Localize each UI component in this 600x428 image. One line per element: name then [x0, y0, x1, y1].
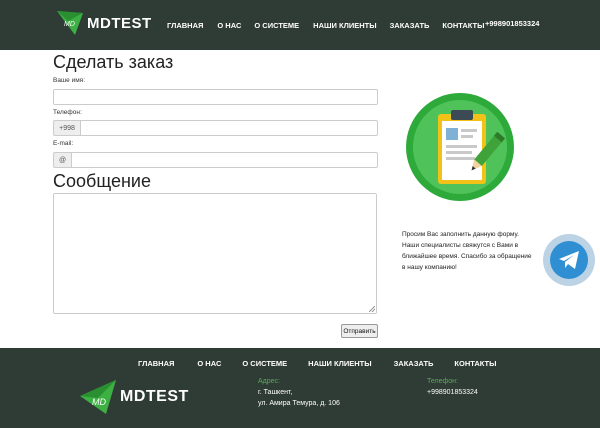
- email-input[interactable]: [71, 152, 378, 168]
- nav-item-about[interactable]: О НАС: [217, 21, 241, 30]
- footer-address-line1: г. Ташкент,: [258, 389, 293, 396]
- footer-address-line2: ул. Амира Темура, д. 106: [258, 400, 340, 407]
- email-prefix: @: [53, 152, 71, 168]
- clipboard-icon: [406, 93, 514, 201]
- footer-phone-heading: Телефон:: [427, 378, 458, 385]
- nav-item-home[interactable]: ГЛАВНАЯ: [167, 21, 203, 30]
- resize-handle-icon[interactable]: [369, 306, 375, 312]
- nav-item-clients[interactable]: НАШИ КЛИЕНТЫ: [313, 21, 376, 30]
- logo-mark-text: MD: [64, 21, 75, 28]
- telegram-icon: [550, 241, 588, 279]
- footer-nav-about[interactable]: О НАС: [197, 359, 221, 368]
- nav-item-contacts[interactable]: КОНТАКТЫ: [442, 21, 484, 30]
- footer-nav-contacts[interactable]: КОНТАКТЫ: [454, 359, 496, 368]
- footer-nav-system[interactable]: О СИСТЕМЕ: [242, 359, 287, 368]
- footer-logo[interactable]: MD MDTEST: [78, 378, 189, 416]
- nav-item-order[interactable]: ЗАКАЗАТЬ: [390, 21, 430, 30]
- email-label: E-mail:: [53, 140, 74, 147]
- header-phone[interactable]: +998901853324: [485, 19, 539, 28]
- logo-text: MDTEST: [87, 14, 152, 32]
- footer-nav-home[interactable]: ГЛАВНАЯ: [138, 359, 174, 368]
- name-input[interactable]: [53, 89, 378, 105]
- footer-nav-order[interactable]: ЗАКАЗАТЬ: [394, 359, 434, 368]
- message-title: Сообщение: [53, 171, 151, 191]
- footer-address-heading: Адрес:: [258, 378, 280, 385]
- phone-input[interactable]: [80, 120, 378, 136]
- phone-prefix: +998: [53, 120, 80, 136]
- submit-button[interactable]: Отправить: [341, 324, 378, 338]
- message-textarea[interactable]: [53, 193, 377, 314]
- telegram-button[interactable]: [543, 234, 595, 286]
- form-title: Сделать заказ: [53, 52, 174, 72]
- side-info-text: Просим Вас заполнить данную форму. Наши …: [402, 231, 532, 271]
- logo-mark-icon: MD: [57, 11, 83, 35]
- main-nav: ГЛАВНАЯ О НАС О СИСТЕМЕ НАШИ КЛИЕНТЫ ЗАК…: [167, 0, 484, 50]
- footer-nav: ГЛАВНАЯ О НАС О СИСТЕМЕ НАШИ КЛИЕНТЫ ЗАК…: [138, 357, 496, 369]
- footer-logo-mark-icon: MD: [80, 380, 116, 414]
- footer-nav-clients[interactable]: НАШИ КЛИЕНТЫ: [308, 359, 371, 368]
- name-label: Ваше имя:: [53, 77, 86, 84]
- footer-phone[interactable]: +998901853324: [427, 389, 478, 396]
- phone-label: Телефон:: [53, 109, 82, 116]
- nav-item-system[interactable]: О СИСТЕМЕ: [254, 21, 299, 30]
- footer-logo-text: MDTEST: [120, 388, 189, 405]
- header-logo[interactable]: MD MDTEST: [55, 9, 152, 37]
- footer-logo-mark-text: MD: [92, 397, 106, 407]
